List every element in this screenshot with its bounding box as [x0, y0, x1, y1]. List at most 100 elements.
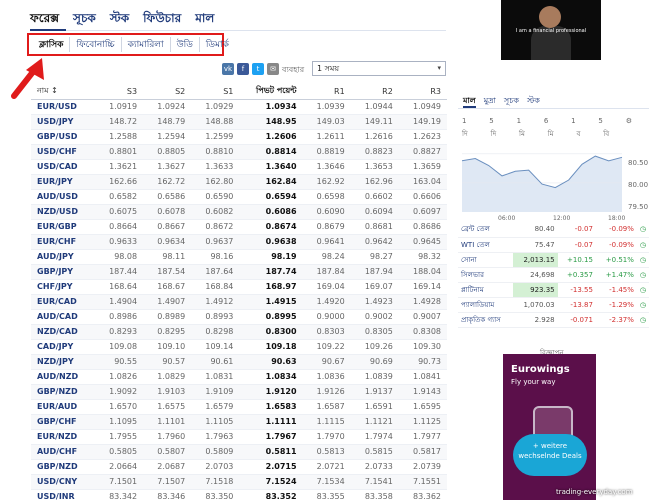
level-value: 98.16	[191, 249, 240, 265]
chart-x-label-12: 12:00	[553, 215, 570, 222]
pair-link[interactable]: NZD/JPY	[31, 354, 95, 370]
level-value: 187.94	[350, 264, 399, 280]
ad-cta-button[interactable]: + weitere wechselnde Deals	[513, 434, 587, 476]
pair-link[interactable]: GBP/JPY	[31, 264, 95, 280]
tab-classic[interactable]: ক্লাসিক	[33, 37, 71, 52]
pair-link[interactable]: USD/CAD	[31, 159, 95, 175]
eurowings-ad[interactable]: Eurowings Fly your way + weitere wechsel…	[503, 354, 596, 500]
commodity-name: WTI তেল	[458, 237, 513, 253]
pair-link[interactable]: AUD/CHF	[31, 444, 95, 460]
pivot-value: 7.1524	[239, 474, 303, 490]
pair-link[interactable]: EUR/GBP	[31, 219, 95, 235]
period-select[interactable]: 1 সময় ▾	[312, 61, 446, 76]
pivot-value: 2.0715	[239, 459, 303, 475]
tab-woodie[interactable]: উডি	[171, 37, 200, 52]
facebook-share-icon[interactable]: f	[237, 63, 249, 75]
level-value: 2.0664	[94, 459, 144, 475]
settings-icon[interactable]: ⚙	[626, 117, 632, 125]
level-value: 1.6591	[350, 399, 399, 415]
period-4[interactable]: 6	[544, 117, 548, 125]
pair-link[interactable]: AUD/USD	[31, 189, 95, 205]
commodity-row[interactable]: সিলভার 24,698 +0.357 +1.47% ◷	[458, 267, 649, 283]
level-value: 149.03	[302, 114, 351, 130]
ad-tagline: Fly your way	[511, 378, 556, 386]
commodity-row[interactable]: ব্রেন্ট তেল 80.40 -0.07 -0.09% ◷	[458, 222, 649, 238]
email-share-icon[interactable]: ✉	[267, 63, 279, 75]
commodity-row[interactable]: WTI তেল 75.47 -0.07 -0.09% ◷	[458, 237, 649, 253]
tab-stock[interactable]: স্টক	[527, 95, 540, 108]
pair-link[interactable]: CAD/JPY	[31, 339, 95, 355]
level-value: 0.5809	[191, 444, 240, 460]
table-row: AUD/JPY 98.08 98.11 98.16 98.19 98.24 98.27 98.…	[31, 249, 447, 265]
period-unit-3: মি	[519, 130, 525, 138]
level-value: 90.57	[143, 354, 192, 370]
video-caption: I am a financial professional	[515, 28, 587, 34]
level-value: 0.9637	[191, 234, 240, 250]
level-value: 1.4923	[350, 294, 399, 310]
tab-index[interactable]: সূচক	[504, 95, 519, 108]
pivot-value: 162.84	[239, 174, 303, 190]
pair-link[interactable]: GBP/USD	[31, 129, 95, 145]
pair-link[interactable]: AUD/JPY	[31, 249, 95, 265]
pair-link[interactable]: NZD/USD	[31, 204, 95, 220]
level-value: 187.84	[302, 264, 351, 280]
nav-divider	[30, 30, 446, 31]
tab-currency[interactable]: মুদ্রা	[484, 95, 496, 108]
nav-tab-commodities[interactable]: মাল	[195, 10, 214, 30]
level-value: 0.9007	[398, 309, 447, 325]
vk-share-icon[interactable]: vk	[222, 63, 234, 75]
tab-demark[interactable]: ডিমার্ক	[200, 37, 235, 52]
pair-link[interactable]: EUR/JPY	[31, 174, 95, 190]
period-6[interactable]: 5	[598, 117, 602, 125]
period-5[interactable]: 1	[571, 117, 575, 125]
pair-link[interactable]: EUR/USD	[31, 99, 95, 115]
pair-link[interactable]: EUR/AUD	[31, 399, 95, 415]
commodity-row[interactable]: সোনা 2,013.15 +10.15 +0.51% ◷	[458, 252, 649, 268]
period-3[interactable]: 1	[517, 117, 521, 125]
commodity-row[interactable]: প্লাটিনাম 923.35 -13.55 -1.45% ◷	[458, 282, 649, 298]
nav-tab-forex[interactable]: ফরেক্স	[30, 10, 59, 30]
pivot-value: 1.6583	[239, 399, 303, 415]
pivot-value: 98.19	[239, 249, 303, 265]
pair-link[interactable]: USD/CNY	[31, 474, 95, 490]
commodity-change-pct: -1.45%	[595, 282, 637, 298]
level-value: 149.19	[398, 114, 447, 130]
level-value: 109.22	[302, 339, 351, 355]
table-row: EUR/USD 1.0919 1.0924 1.0929 1.0934 1.0939 1.0…	[31, 99, 447, 115]
tab-fibonacci[interactable]: ফিবোনাচ্চি	[70, 37, 122, 52]
level-value: 1.7955	[94, 429, 144, 445]
pair-link[interactable]: EUR/CHF	[31, 234, 95, 250]
commodity-row[interactable]: প্রাকৃতিক গ্যাস 2.928 -0.071 -2.37% ◷	[458, 312, 649, 328]
pair-link[interactable]: AUD/CAD	[31, 309, 95, 325]
commodity-row[interactable]: প্যালাডিয়াম 1,070.03 -13.87 -1.29% ◷	[458, 297, 649, 313]
pair-link[interactable]: USD/CHF	[31, 144, 95, 160]
level-value: 148.79	[143, 114, 192, 130]
twitter-share-icon[interactable]: t	[252, 63, 264, 75]
tab-camarilla[interactable]: ক্যামারিলা	[122, 37, 171, 52]
pair-link[interactable]: NZD/CAD	[31, 324, 95, 340]
table-row: EUR/CAD 1.4904 1.4907 1.4912 1.4915 1.4920 1.4…	[31, 294, 447, 310]
pair-link[interactable]: CHF/JPY	[31, 279, 95, 295]
period-2[interactable]: 5	[489, 117, 493, 125]
nav-tab-indices[interactable]: সূচক	[73, 10, 96, 30]
pair-link[interactable]: EUR/CAD	[31, 294, 95, 310]
period-1[interactable]: 1	[462, 117, 466, 125]
pair-link[interactable]: EUR/NZD	[31, 429, 95, 445]
pair-link[interactable]: AUD/NZD	[31, 369, 95, 385]
nav-tab-futures[interactable]: ফিউচার	[143, 10, 181, 30]
pair-link[interactable]: GBP/NZD	[31, 459, 95, 475]
level-value: 2.0721	[302, 459, 351, 475]
nav-tab-stocks[interactable]: স্টক	[110, 10, 129, 30]
tab-commodities[interactable]: মাল	[463, 95, 476, 108]
level-value: 0.5807	[143, 444, 192, 460]
video-ad[interactable]: I am a financial professional	[501, 0, 601, 60]
period-value: 1 সময়	[317, 64, 340, 73]
pair-link[interactable]: USD/JPY	[31, 114, 95, 130]
pivot-value: 148.95	[239, 114, 303, 130]
table-row: GBP/USD 1.2588 1.2594 1.2599 1.2606 1.2611 1.2…	[31, 129, 447, 145]
pair-link[interactable]: USD/INR	[31, 489, 95, 500]
col-header-name[interactable]: নাম ↕	[31, 84, 95, 100]
pair-link[interactable]: GBP/NZD	[31, 384, 95, 400]
table-row: EUR/JPY 162.66 162.72 162.80 162.84 162.92 162…	[31, 174, 447, 190]
pair-link[interactable]: GBP/CHF	[31, 414, 95, 430]
